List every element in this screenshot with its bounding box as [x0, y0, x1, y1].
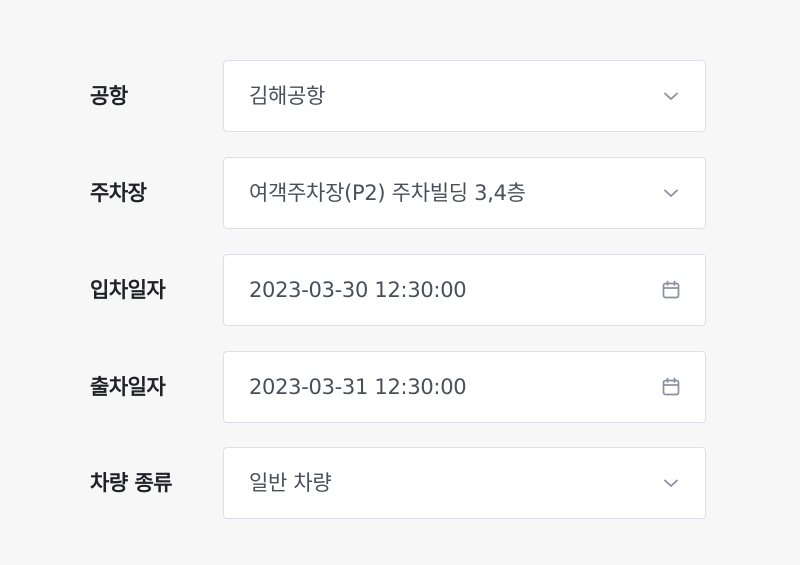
vehicle-type-select[interactable]: 일반 차량: [223, 447, 706, 519]
airport-row: 공항 김해공항: [0, 60, 800, 132]
chevron-down-icon[interactable]: [660, 472, 682, 494]
parking-lot-select[interactable]: 여객주차장(P2) 주차빌딩 3,4층: [223, 157, 706, 229]
parking-lot-select-value: 여객주차장(P2) 주차빌딩 3,4층: [249, 181, 526, 205]
parking-reservation-form: 공항 김해공항 주차장 여객주차장(P2) 주차빌딩 3,4층 입차일자 202…: [0, 0, 800, 565]
airport-label: 공항: [90, 84, 128, 108]
exit-date-row: 출차일자 2023-03-31 12:30:00: [0, 351, 800, 423]
entry-date-value: 2023-03-30 12:30:00: [249, 278, 467, 302]
calendar-icon[interactable]: [660, 376, 682, 398]
calendar-icon[interactable]: [660, 279, 682, 301]
airport-select-value: 김해공항: [249, 84, 326, 108]
vehicle-type-select-value: 일반 차량: [249, 471, 332, 495]
chevron-down-icon[interactable]: [660, 85, 682, 107]
entry-date-input[interactable]: 2023-03-30 12:30:00: [223, 254, 706, 326]
airport-select[interactable]: 김해공항: [223, 60, 706, 132]
chevron-down-icon[interactable]: [660, 182, 682, 204]
entry-date-label: 입차일자: [90, 278, 166, 302]
entry-date-row: 입차일자 2023-03-30 12:30:00: [0, 254, 800, 326]
exit-date-value: 2023-03-31 12:30:00: [249, 375, 467, 399]
parking-lot-row: 주차장 여객주차장(P2) 주차빌딩 3,4층: [0, 157, 800, 229]
exit-date-label: 출차일자: [90, 375, 166, 399]
vehicle-type-label: 차량 종류: [90, 471, 173, 495]
vehicle-type-row: 차량 종류 일반 차량: [0, 447, 800, 519]
exit-date-input[interactable]: 2023-03-31 12:30:00: [223, 351, 706, 423]
parking-lot-label: 주차장: [90, 181, 147, 205]
